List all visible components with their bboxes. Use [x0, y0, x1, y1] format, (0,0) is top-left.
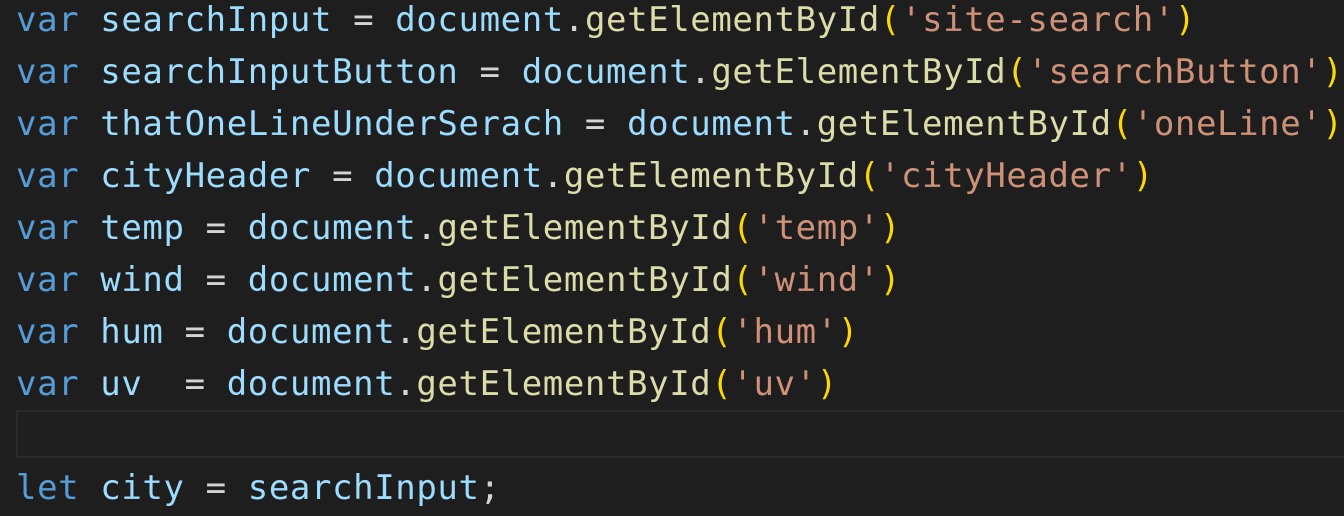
variable-name: wind: [100, 260, 185, 300]
string-literal: 'hum': [732, 312, 838, 352]
code-line[interactable]: var thatOneLineUnderSerach = document.ge…: [16, 98, 1343, 150]
string-literal: 'wind': [753, 260, 880, 300]
string-literal: 'temp': [753, 208, 880, 248]
operator: =: [184, 260, 248, 300]
object-name: document: [521, 52, 691, 92]
open-paren: (: [732, 260, 754, 300]
method-name: getElementById: [437, 260, 733, 300]
dot: .: [416, 260, 438, 300]
code-editor[interactable]: var searchInput = document.getElementByI…: [0, 0, 1344, 516]
dot: .: [542, 156, 564, 196]
object-name: document: [226, 364, 396, 404]
operator: =: [142, 364, 227, 404]
dot: .: [395, 312, 417, 352]
open-paren: (: [1111, 104, 1133, 144]
semicolon: ;: [479, 468, 501, 508]
method-name: getElementById: [563, 156, 859, 196]
open-paren: (: [858, 156, 880, 196]
variable-name: temp: [100, 208, 185, 248]
string-literal: 'cityHeader': [879, 156, 1133, 196]
operator: =: [184, 468, 248, 508]
variable-name: searchInput: [100, 0, 333, 40]
keyword: var: [16, 52, 80, 92]
close-paren: ): [1132, 156, 1154, 196]
open-paren: (: [879, 0, 901, 40]
variable-name: searchInputButton: [100, 52, 459, 92]
keyword: var: [16, 104, 80, 144]
object-name: document: [247, 260, 417, 300]
close-paren: ): [1322, 52, 1344, 92]
code-line[interactable]: var cityHeader = document.getElementById…: [16, 150, 1154, 202]
code-line[interactable]: var temp = document.getElementById('temp…: [16, 202, 901, 254]
code-line[interactable]: var searchInput = document.getElementByI…: [16, 0, 1196, 46]
code-line[interactable]: var uv = document.getElementById('uv'): [16, 358, 838, 410]
string-literal: 'site-search': [901, 0, 1175, 40]
string-literal: 'oneLine': [1132, 104, 1323, 144]
variable-name: uv: [100, 364, 143, 404]
string-literal: 'uv': [732, 364, 817, 404]
keyword: var: [16, 364, 80, 404]
code-line[interactable]: var searchInputButton = document.getElem…: [16, 46, 1343, 98]
value-name: searchInput: [247, 468, 480, 508]
dot: .: [563, 0, 585, 40]
keyword: var: [16, 208, 80, 248]
operator: =: [163, 312, 227, 352]
open-paren: (: [1006, 52, 1028, 92]
close-paren: ): [879, 260, 901, 300]
method-name: getElementById: [437, 208, 733, 248]
close-paren: ): [1322, 104, 1344, 144]
close-paren: ): [879, 208, 901, 248]
operator: =: [332, 0, 396, 40]
method-name: getElementById: [416, 312, 712, 352]
object-name: document: [226, 312, 396, 352]
close-paren: ): [1174, 0, 1196, 40]
object-name: document: [374, 156, 543, 196]
code-line[interactable]: var hum = document.getElementById('hum'): [16, 306, 859, 358]
operator: =: [458, 52, 522, 92]
dot: .: [416, 208, 438, 248]
open-paren: (: [732, 208, 754, 248]
method-name: getElementById: [816, 104, 1112, 144]
code-line[interactable]: let city = searchInput;: [16, 462, 501, 514]
keyword: var: [16, 260, 80, 300]
dot: .: [395, 364, 417, 404]
keyword: var: [16, 156, 80, 196]
method-name: getElementById: [416, 364, 712, 404]
string-literal: 'searchButton': [1027, 52, 1323, 92]
operator: =: [311, 156, 375, 196]
close-paren: ): [816, 364, 838, 404]
keyword: var: [16, 312, 80, 352]
object-name: document: [247, 208, 417, 248]
variable-name: cityHeader: [100, 156, 311, 196]
open-paren: (: [711, 312, 733, 352]
variable-name: thatOneLineUnderSerach: [100, 104, 564, 144]
method-name: getElementById: [584, 0, 880, 40]
object-name: document: [395, 0, 564, 40]
operator: =: [184, 208, 248, 248]
dot: .: [795, 104, 817, 144]
current-line-highlight: [16, 410, 1344, 458]
variable-name: city: [100, 468, 185, 508]
method-name: getElementById: [711, 52, 1007, 92]
keyword: let: [16, 468, 80, 508]
object-name: document: [627, 104, 796, 144]
close-paren: ): [837, 312, 859, 352]
operator: =: [563, 104, 628, 144]
variable-name: hum: [100, 312, 164, 352]
dot: .: [690, 52, 712, 92]
open-paren: (: [711, 364, 733, 404]
code-line[interactable]: var wind = document.getElementById('wind…: [16, 254, 901, 306]
keyword: var: [16, 0, 80, 40]
